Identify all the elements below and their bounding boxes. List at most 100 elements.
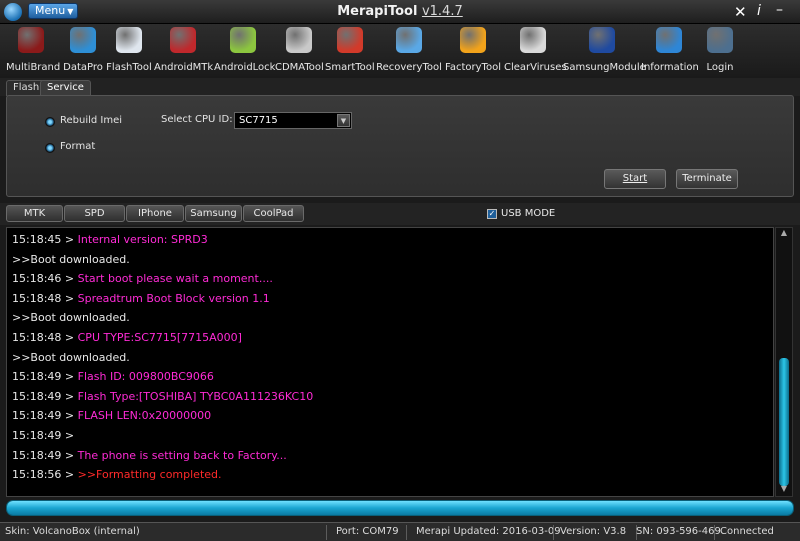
androidmtk-icon — [170, 27, 196, 53]
start-label: Start — [622, 173, 648, 184]
cpu-id-label: Select CPU ID: — [161, 114, 233, 125]
log-message: FLASH LEN:0x20000000 — [77, 409, 212, 423]
toolbar-label: AndroidMTk — [154, 62, 214, 73]
toolbar-label: SamsungModule — [563, 62, 646, 73]
datapro-icon — [70, 27, 96, 53]
app-version[interactable]: v1.4.7 — [422, 4, 463, 19]
service-panel: Rebuild Imei Format Select CPU ID: SC771… — [6, 95, 794, 197]
rebuild-imei-label: Rebuild Imei — [60, 115, 123, 126]
brand-tab-bar: MTK SPD IPhone Samsung CoolPad ✓ USB MOD… — [0, 203, 800, 225]
window-title: MerapiTool v1.4.7 — [0, 4, 800, 19]
log-line: 15:18:49 > Flash Type:[TOSHIBA] TYBC0A11… — [12, 390, 313, 403]
status-divider — [714, 525, 715, 540]
log-message: >>Boot downloaded. — [12, 252, 130, 266]
toolbar-button-flashtool[interactable]: FlashTool — [106, 27, 152, 75]
log-line: 15:18:48 > CPU TYPE:SC7715[7715A000] — [12, 331, 242, 344]
log-timestamp: 15:18:48 > — [12, 291, 78, 305]
scroll-up-icon[interactable]: ▲ — [776, 228, 792, 240]
smarttool-icon — [336, 27, 363, 53]
usb-mode-label: USB MODE — [501, 208, 556, 219]
factorytool-icon — [460, 27, 486, 53]
toolbar-button-recoverytool[interactable]: RecoveryTool — [376, 27, 442, 75]
log-message: >>Boot downloaded. — [12, 350, 130, 364]
toolbar-button-login[interactable]: Login — [703, 27, 737, 75]
toolbar-button-datapro[interactable]: DataPro — [62, 27, 104, 75]
status-bar: Skin: VolcanoBox (internal) Port: COM79 … — [0, 522, 800, 541]
tab-service[interactable]: Service — [40, 80, 91, 96]
toolbar-button-androidmtk[interactable]: AndroidMTk — [154, 27, 214, 75]
status-skin: Skin: VolcanoBox (internal) — [5, 526, 140, 537]
toolbar-label: MultiBrand — [6, 62, 61, 73]
toolbar-button-multibrand[interactable]: MultiBrand — [6, 27, 61, 75]
scroll-down-icon[interactable]: ▼ — [776, 484, 792, 496]
multibrand-icon — [18, 27, 44, 53]
progress-bar — [6, 500, 794, 516]
log-timestamp: 15:18:49 > — [12, 448, 78, 462]
log-line: 15:18:46 > Start boot please wait a mome… — [12, 272, 273, 285]
log-timestamp: 15:18:49 > — [12, 429, 75, 442]
tab-samsung[interactable]: Samsung — [185, 205, 242, 222]
log-timestamp: 15:18:49 > — [12, 389, 78, 403]
scroll-thumb[interactable] — [779, 358, 789, 486]
rebuild-imei-radio[interactable] — [45, 117, 55, 127]
status-divider — [553, 525, 554, 540]
status-serial: SN: 093-596-469 — [636, 526, 721, 537]
log-message: CPU TYPE:SC7715[7715A000] — [77, 331, 242, 344]
toolbar-label: CDMATool — [275, 62, 324, 73]
format-radio[interactable] — [45, 143, 55, 153]
tab-coolpad[interactable]: CoolPad — [243, 205, 304, 222]
info-icon[interactable]: i — [757, 3, 761, 19]
toolbar-button-androidlock[interactable]: AndroidLock — [214, 27, 276, 75]
login-icon — [707, 27, 733, 53]
usb-mode-checkbox[interactable]: ✓ — [487, 209, 497, 219]
status-version: Version: V3.8 — [560, 526, 627, 537]
app-name: MerapiTool — [337, 4, 418, 19]
toolbar-button-cdmatool[interactable]: CDMATool — [275, 27, 324, 75]
log-timestamp: 15:18:49 > — [12, 370, 78, 384]
minimize-icon[interactable]: – — [776, 2, 783, 18]
information-icon — [656, 27, 682, 53]
log-line: 15:18:49 > — [12, 429, 74, 442]
log-scrollbar[interactable]: ▲ ▼ — [775, 227, 793, 497]
close-icon[interactable]: ✕ — [734, 3, 747, 21]
format-label: Format — [60, 141, 96, 152]
tab-mtk[interactable]: MTK — [6, 205, 63, 222]
title-bar: Menu ▼ MerapiTool v1.4.7 ✕ i – — [0, 0, 800, 24]
terminate-button[interactable]: Terminate — [676, 169, 738, 189]
log-line: 15:18:45 > Internal version: SPRD3 — [12, 233, 208, 246]
progress-fill — [7, 501, 793, 515]
tab-spd[interactable]: SPD — [64, 205, 125, 222]
status-divider — [406, 525, 407, 540]
cpu-id-select[interactable]: SC7715 ▼ — [234, 112, 352, 129]
toolbar-button-clearviruses[interactable]: ClearViruses — [504, 27, 567, 75]
log-message: Flash Type:[TOSHIBA] TYBC0A111236KC10 — [77, 389, 314, 403]
chevron-down-icon[interactable]: ▼ — [337, 114, 350, 127]
log-line: 15:18:49 > The phone is setting back to … — [12, 449, 287, 462]
log-message: >>Formatting completed. — [77, 468, 222, 482]
log-line: >>Boot downloaded. — [12, 253, 130, 266]
tab-iphone[interactable]: IPhone — [126, 205, 184, 222]
main-toolbar: MultiBrand DataPro FlashTool AndroidMTk Andr… — [0, 24, 800, 78]
log-line: 15:18:49 > FLASH LEN:0x20000000 — [12, 409, 211, 422]
toolbar-button-samsungmodule[interactable]: SamsungModule — [563, 27, 646, 75]
toolbar-button-factorytool[interactable]: FactoryTool — [444, 27, 502, 75]
log-message: Start boot please wait a moment.... — [77, 272, 273, 286]
toolbar-label: Information — [641, 62, 699, 73]
status-updated: Merapi Updated: 2016-03-09 — [416, 526, 561, 537]
cdmatool-icon — [286, 27, 312, 53]
status-divider — [326, 525, 327, 540]
log-output: 15:18:45 > Internal version: SPRD3 >>Boot… — [6, 227, 774, 497]
toolbar-label: AndroidLock — [214, 62, 276, 73]
start-button[interactable]: Start — [604, 169, 666, 189]
log-timestamp: 15:18:45 > — [12, 233, 78, 246]
flashtool-icon — [116, 27, 142, 53]
log-timestamp: 15:18:46 > — [12, 272, 78, 286]
toolbar-button-smarttool[interactable]: SmartTool — [325, 27, 375, 75]
samsungmodule-icon — [589, 27, 615, 53]
log-line: 15:18:48 > Spreadtrum Boot Block version… — [12, 292, 270, 305]
toolbar-label: ClearViruses — [504, 62, 567, 73]
toolbar-label: DataPro — [63, 62, 103, 73]
toolbar-button-information[interactable]: Information — [641, 27, 699, 75]
toolbar-label: FactoryTool — [445, 62, 501, 73]
log-timestamp: 15:18:48 > — [12, 331, 78, 344]
